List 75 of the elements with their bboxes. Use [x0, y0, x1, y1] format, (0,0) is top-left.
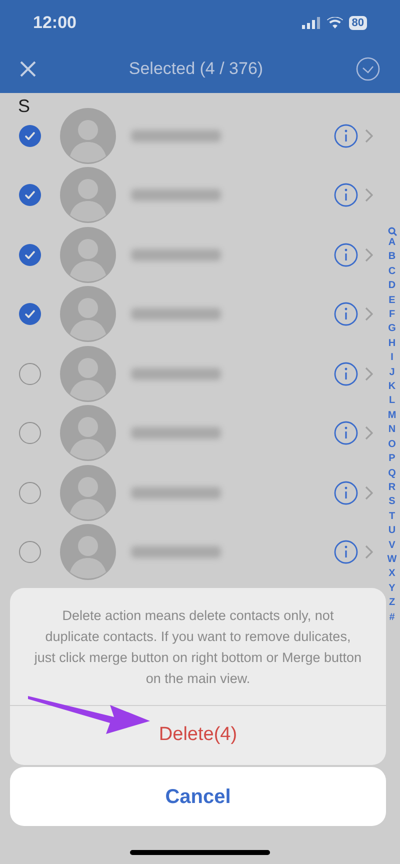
index-letter[interactable]: G — [388, 322, 396, 337]
signal-icon — [302, 16, 320, 28]
checked-checkbox[interactable] — [19, 184, 41, 206]
chevron-icon — [365, 188, 373, 202]
index-letter[interactable]: M — [388, 408, 396, 424]
index-letter[interactable]: V — [388, 538, 396, 553]
index-letter[interactable]: O — [388, 438, 396, 452]
index-letter[interactable]: I — [390, 351, 394, 366]
battery-level: 80 — [348, 16, 367, 30]
status-time: 12:00 — [33, 12, 76, 34]
checked-checkbox[interactable] — [19, 303, 41, 326]
alert-message: Delete action means delete contacts only, not duplicate contacts. If you want to remove dulicates, just click merge button on right bottom or Merge button on the main view. — [33, 607, 363, 688]
checkbox[interactable] — [19, 482, 41, 504]
checked-checkbox[interactable] — [19, 124, 41, 147]
index-letter[interactable]: C — [388, 264, 396, 280]
index-letter[interactable]: X — [388, 567, 396, 582]
checkbox[interactable] — [19, 541, 41, 564]
index-letter[interactable]: N — [388, 423, 396, 438]
avatar-icon — [60, 524, 116, 580]
checkmark-icon — [24, 130, 36, 142]
info-icon[interactable] — [334, 302, 358, 326]
avatar-icon — [60, 226, 116, 283]
info-icon[interactable] — [334, 183, 358, 208]
nav-title: Selected (4 / 376) — [128, 58, 264, 80]
index-letter[interactable]: R — [388, 480, 396, 496]
checkmark-icon — [24, 189, 36, 202]
avatar-icon — [60, 464, 116, 521]
index-letter[interactable]: F — [388, 308, 396, 322]
checkbox[interactable] — [19, 362, 41, 385]
info-icon[interactable] — [334, 421, 358, 446]
info-icon[interactable] — [334, 540, 358, 564]
section-header: S — [17, 95, 30, 117]
index-letter[interactable]: K — [388, 380, 396, 394]
checkmark-circle-icon[interactable] — [356, 57, 380, 81]
chevron-icon — [365, 128, 373, 143]
avatar-icon — [60, 346, 116, 402]
search-icon[interactable] — [388, 227, 396, 236]
index-letter[interactable]: D — [388, 279, 396, 294]
index-letter[interactable]: E — [388, 294, 396, 308]
index-letter[interactable]: S — [388, 495, 396, 510]
index-letter[interactable]: J — [389, 366, 395, 380]
index-letter[interactable]: T — [388, 510, 396, 524]
wifi-icon — [326, 16, 343, 28]
chevron-icon — [365, 545, 373, 560]
avatar-icon — [60, 405, 116, 462]
index-letter[interactable]: P — [388, 452, 396, 466]
chevron-icon — [365, 307, 373, 322]
index-letter[interactable]: L — [388, 394, 396, 409]
index-letter[interactable]: Z — [388, 596, 396, 611]
delete-button[interactable]: Delete(4) — [10, 706, 386, 765]
close-icon[interactable] — [20, 61, 36, 77]
chevron-icon — [365, 426, 373, 440]
checkmark-icon — [24, 308, 36, 320]
index-letter[interactable]: H — [388, 336, 396, 352]
checkbox[interactable] — [19, 422, 41, 444]
index-letter[interactable]: W — [387, 552, 397, 568]
avatar-icon — [60, 286, 116, 342]
chevron-icon — [365, 248, 373, 262]
chevron-icon — [365, 486, 373, 500]
avatar-icon — [60, 167, 116, 224]
index-letter[interactable]: U — [388, 524, 396, 539]
avatar-icon — [60, 108, 116, 164]
info-icon[interactable] — [334, 242, 358, 267]
checkmark-icon — [24, 248, 36, 261]
index-letter[interactable]: A — [388, 236, 396, 250]
index-letter[interactable]: Y — [388, 582, 396, 596]
info-icon[interactable] — [334, 124, 358, 148]
index-letter[interactable]: Q — [388, 466, 396, 481]
checked-checkbox[interactable] — [19, 244, 41, 266]
info-icon[interactable] — [334, 480, 358, 505]
index-letter[interactable]: B — [388, 250, 396, 265]
cancel-button[interactable]: Cancel — [10, 767, 386, 826]
info-icon[interactable] — [334, 362, 358, 386]
chevron-icon — [365, 366, 373, 381]
index-letter[interactable]: # — [389, 610, 395, 625]
